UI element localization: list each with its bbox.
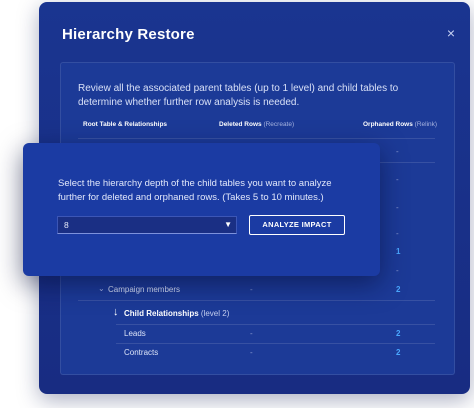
row-divider xyxy=(116,343,435,344)
column-header-deleted: Deleted Rows (Recreate) xyxy=(219,121,295,128)
orphaned-cell: - xyxy=(396,175,399,184)
orphaned-count-link[interactable]: 1 xyxy=(396,247,400,256)
orphaned-cell: - xyxy=(396,203,399,212)
panel-description: Review all the associated parent tables … xyxy=(78,83,399,108)
analyze-impact-button[interactable]: ANALYZE IMPACT xyxy=(249,215,345,235)
down-arrow-icon: ↓ xyxy=(113,306,119,318)
table-row-label: Campaign members xyxy=(108,285,181,294)
orphaned-cell: - xyxy=(396,266,399,275)
deleted-cell: - xyxy=(250,329,253,338)
caret-down-icon[interactable]: ▼ xyxy=(224,217,232,233)
column-header-orphaned: Orphaned Rows (Relink) xyxy=(363,121,438,128)
depth-value: 8 xyxy=(64,220,69,230)
column-header-root: Root Table & Relationships xyxy=(83,121,168,128)
analyze-depth-popup: Select the hierarchy depth of the child … xyxy=(23,143,380,276)
child-relationships-label: Child Relationships (level 2) xyxy=(124,309,230,318)
table-row-label: Leads xyxy=(124,329,146,338)
deleted-cell: - xyxy=(250,348,253,357)
chevron-down-icon[interactable]: ⌄ xyxy=(98,284,105,293)
deleted-cell: - xyxy=(250,285,253,294)
orphaned-count-link[interactable]: 2 xyxy=(396,348,400,357)
row-divider xyxy=(78,138,435,139)
dialog-title: Hierarchy Restore xyxy=(62,26,195,43)
popup-instructions: Select the hierarchy depth of the child … xyxy=(58,178,332,203)
orphaned-cell: - xyxy=(396,147,399,156)
hierarchy-depth-select[interactable]: 8 ▼ xyxy=(57,216,237,234)
orphaned-count-link[interactable]: 2 xyxy=(396,285,400,294)
row-divider xyxy=(116,324,435,325)
orphaned-cell: - xyxy=(396,229,399,238)
orphaned-count-link[interactable]: 2 xyxy=(396,329,400,338)
row-divider xyxy=(78,300,435,301)
close-icon[interactable]: × xyxy=(447,26,455,40)
table-row-label: Contracts xyxy=(124,348,159,357)
